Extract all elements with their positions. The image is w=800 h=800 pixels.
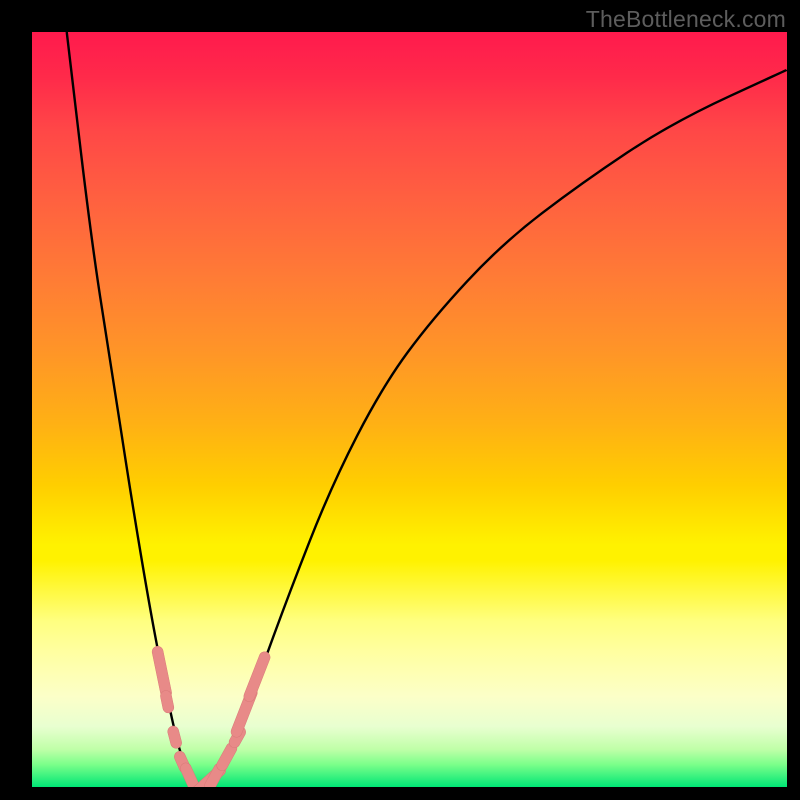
bead <box>151 645 172 699</box>
watermark-text: TheBottleneck.com <box>586 6 786 33</box>
chart-frame: TheBottleneck.com <box>0 0 800 800</box>
bead-layer <box>32 32 787 787</box>
bead <box>242 650 271 703</box>
bead <box>159 689 174 713</box>
plot-area <box>32 32 787 787</box>
bead <box>167 725 183 750</box>
